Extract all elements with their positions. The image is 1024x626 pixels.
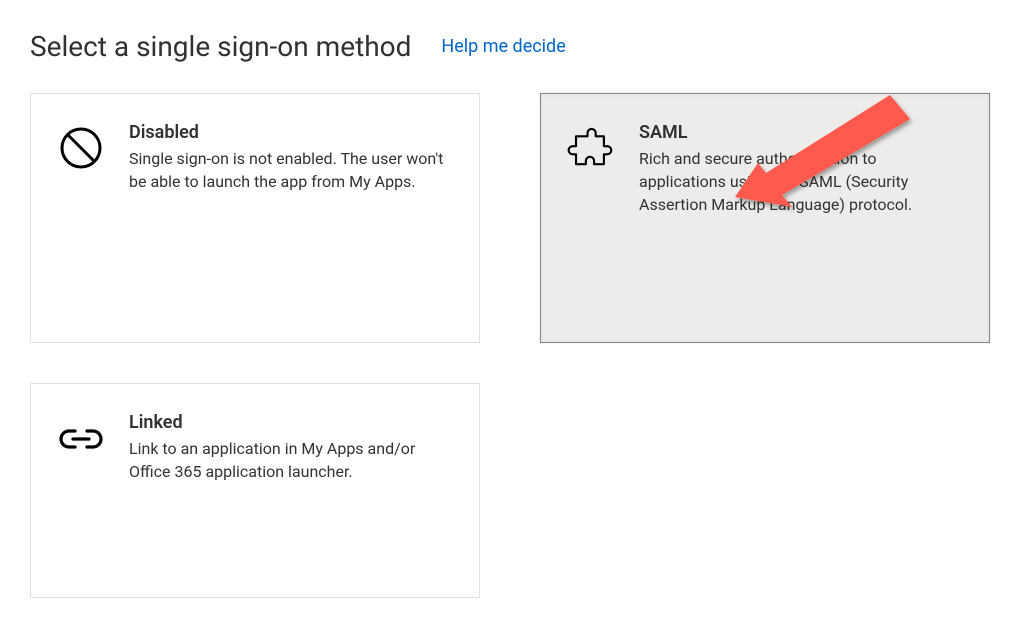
link-icon (55, 412, 107, 464)
header: Select a single sign-on method Help me d… (30, 30, 994, 63)
help-me-decide-link[interactable]: Help me decide (441, 36, 565, 57)
puzzle-icon (565, 122, 617, 174)
card-title: SAML (639, 122, 961, 143)
card-description: Single sign-on is not enabled. The user … (129, 147, 451, 193)
disabled-icon (55, 122, 107, 174)
card-title: Disabled (129, 122, 451, 143)
sso-option-saml[interactable]: SAML Rich and secure authentication to a… (540, 93, 990, 343)
card-content: SAML Rich and secure authentication to a… (639, 122, 961, 217)
sso-option-disabled[interactable]: Disabled Single sign-on is not enabled. … (30, 93, 480, 343)
card-content: Disabled Single sign-on is not enabled. … (129, 122, 451, 193)
card-description: Rich and secure authentication to applic… (639, 147, 961, 217)
sso-method-grid: Disabled Single sign-on is not enabled. … (30, 93, 994, 598)
card-description: Link to an application in My Apps and/or… (129, 437, 451, 483)
card-title: Linked (129, 412, 451, 433)
page-title: Select a single sign-on method (30, 30, 411, 63)
card-content: Linked Link to an application in My Apps… (129, 412, 451, 483)
sso-option-linked[interactable]: Linked Link to an application in My Apps… (30, 383, 480, 598)
